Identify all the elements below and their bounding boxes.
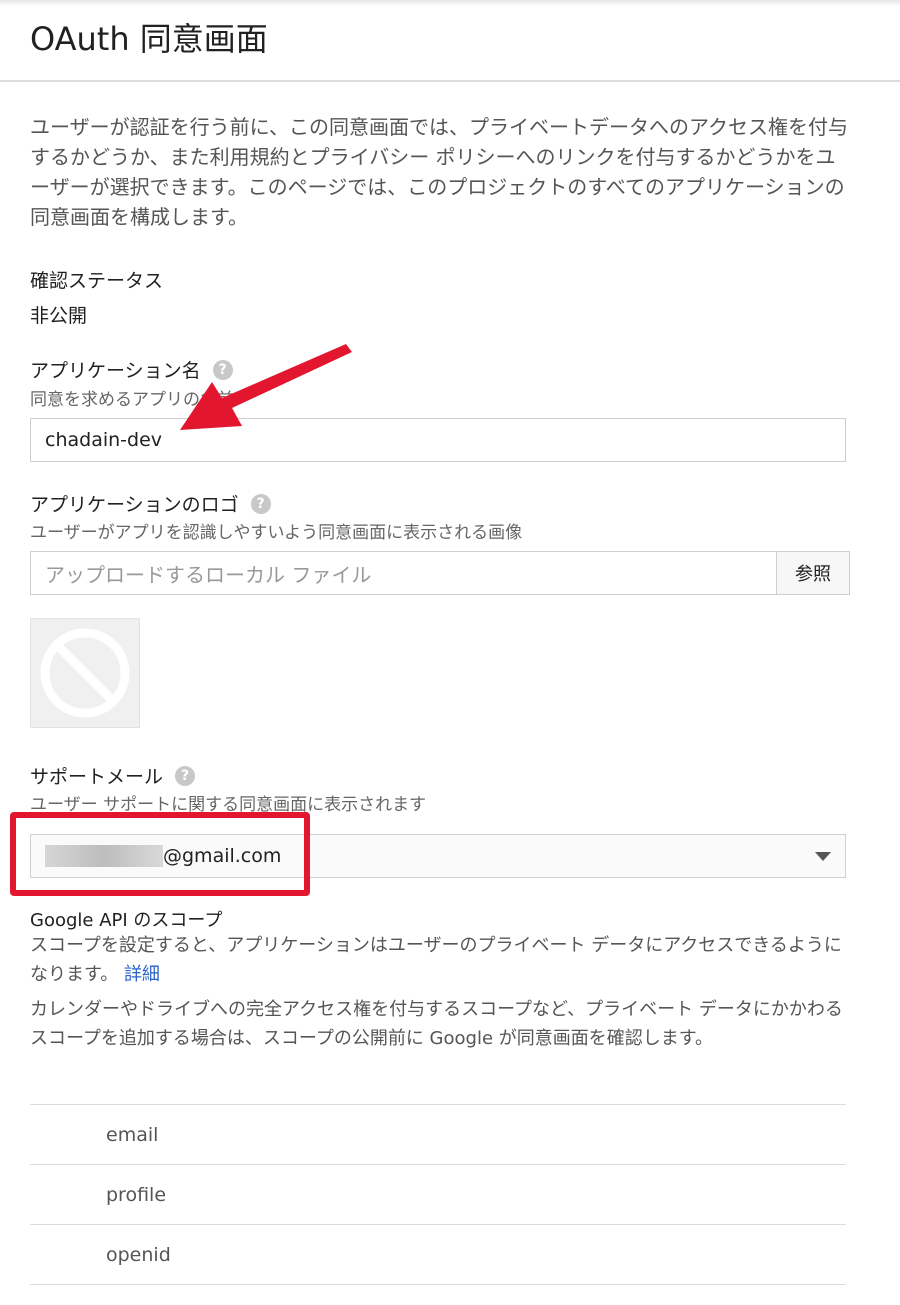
arrow-annotation [180, 344, 352, 430]
logo-file-input[interactable]: アップロードするローカル ファイル [30, 551, 776, 595]
page-title: OAuth 同意画面 [30, 20, 268, 58]
scopes-title: Google API のスコープ [30, 910, 223, 931]
verification-label: 確認ステータス [30, 270, 164, 292]
scopes-desc2: カレンダーやドライブへの完全アクセス権を付与するスコープなど、プライベート デー… [30, 999, 843, 1049]
support-email-label-text: サポートメール [30, 766, 164, 788]
title-divider [0, 80, 900, 82]
verification-value: 非公開 [30, 305, 88, 327]
intro-text: ユーザーが認証を行う前に、この同意画面では、プライベートデータへのアクセス権を付… [30, 115, 848, 229]
logo-preview [30, 618, 140, 728]
app-name-value: chadain-dev [45, 429, 163, 451]
top-shadow [0, 0, 900, 6]
highlight-box-annotation [10, 812, 310, 896]
question-circle-icon[interactable]: ? [250, 493, 271, 514]
scope-row: openid [30, 1224, 846, 1285]
app-logo-label: アプリケーションのロゴ ? [30, 490, 271, 517]
caret-down-icon[interactable] [815, 852, 831, 861]
scopes-desc1: スコープを設定すると、アプリケーションはユーザーのプライベート データにアクセス… [30, 931, 850, 989]
scope-list: email profile openid [30, 1104, 846, 1285]
app-logo-sub: ユーザーがアプリを認識しやすいよう同意画面に表示される画像 [30, 523, 523, 543]
no-image-icon [40, 628, 130, 718]
question-circle-icon[interactable]: ? [175, 765, 196, 786]
support-email-label: サポートメール ? [30, 762, 196, 789]
browse-button[interactable]: 参照 [776, 551, 850, 595]
app-name-input[interactable]: chadain-dev [30, 418, 846, 462]
scope-row: email [30, 1104, 846, 1164]
app-logo-label-text: アプリケーションのロゴ [30, 494, 239, 516]
scope-row: profile [30, 1164, 846, 1224]
logo-file-placeholder: アップロードするローカル ファイル [45, 562, 372, 587]
detail-link[interactable]: 詳細 [124, 964, 160, 985]
logo-upload-row: アップロードするローカル ファイル 参照 [30, 551, 850, 595]
